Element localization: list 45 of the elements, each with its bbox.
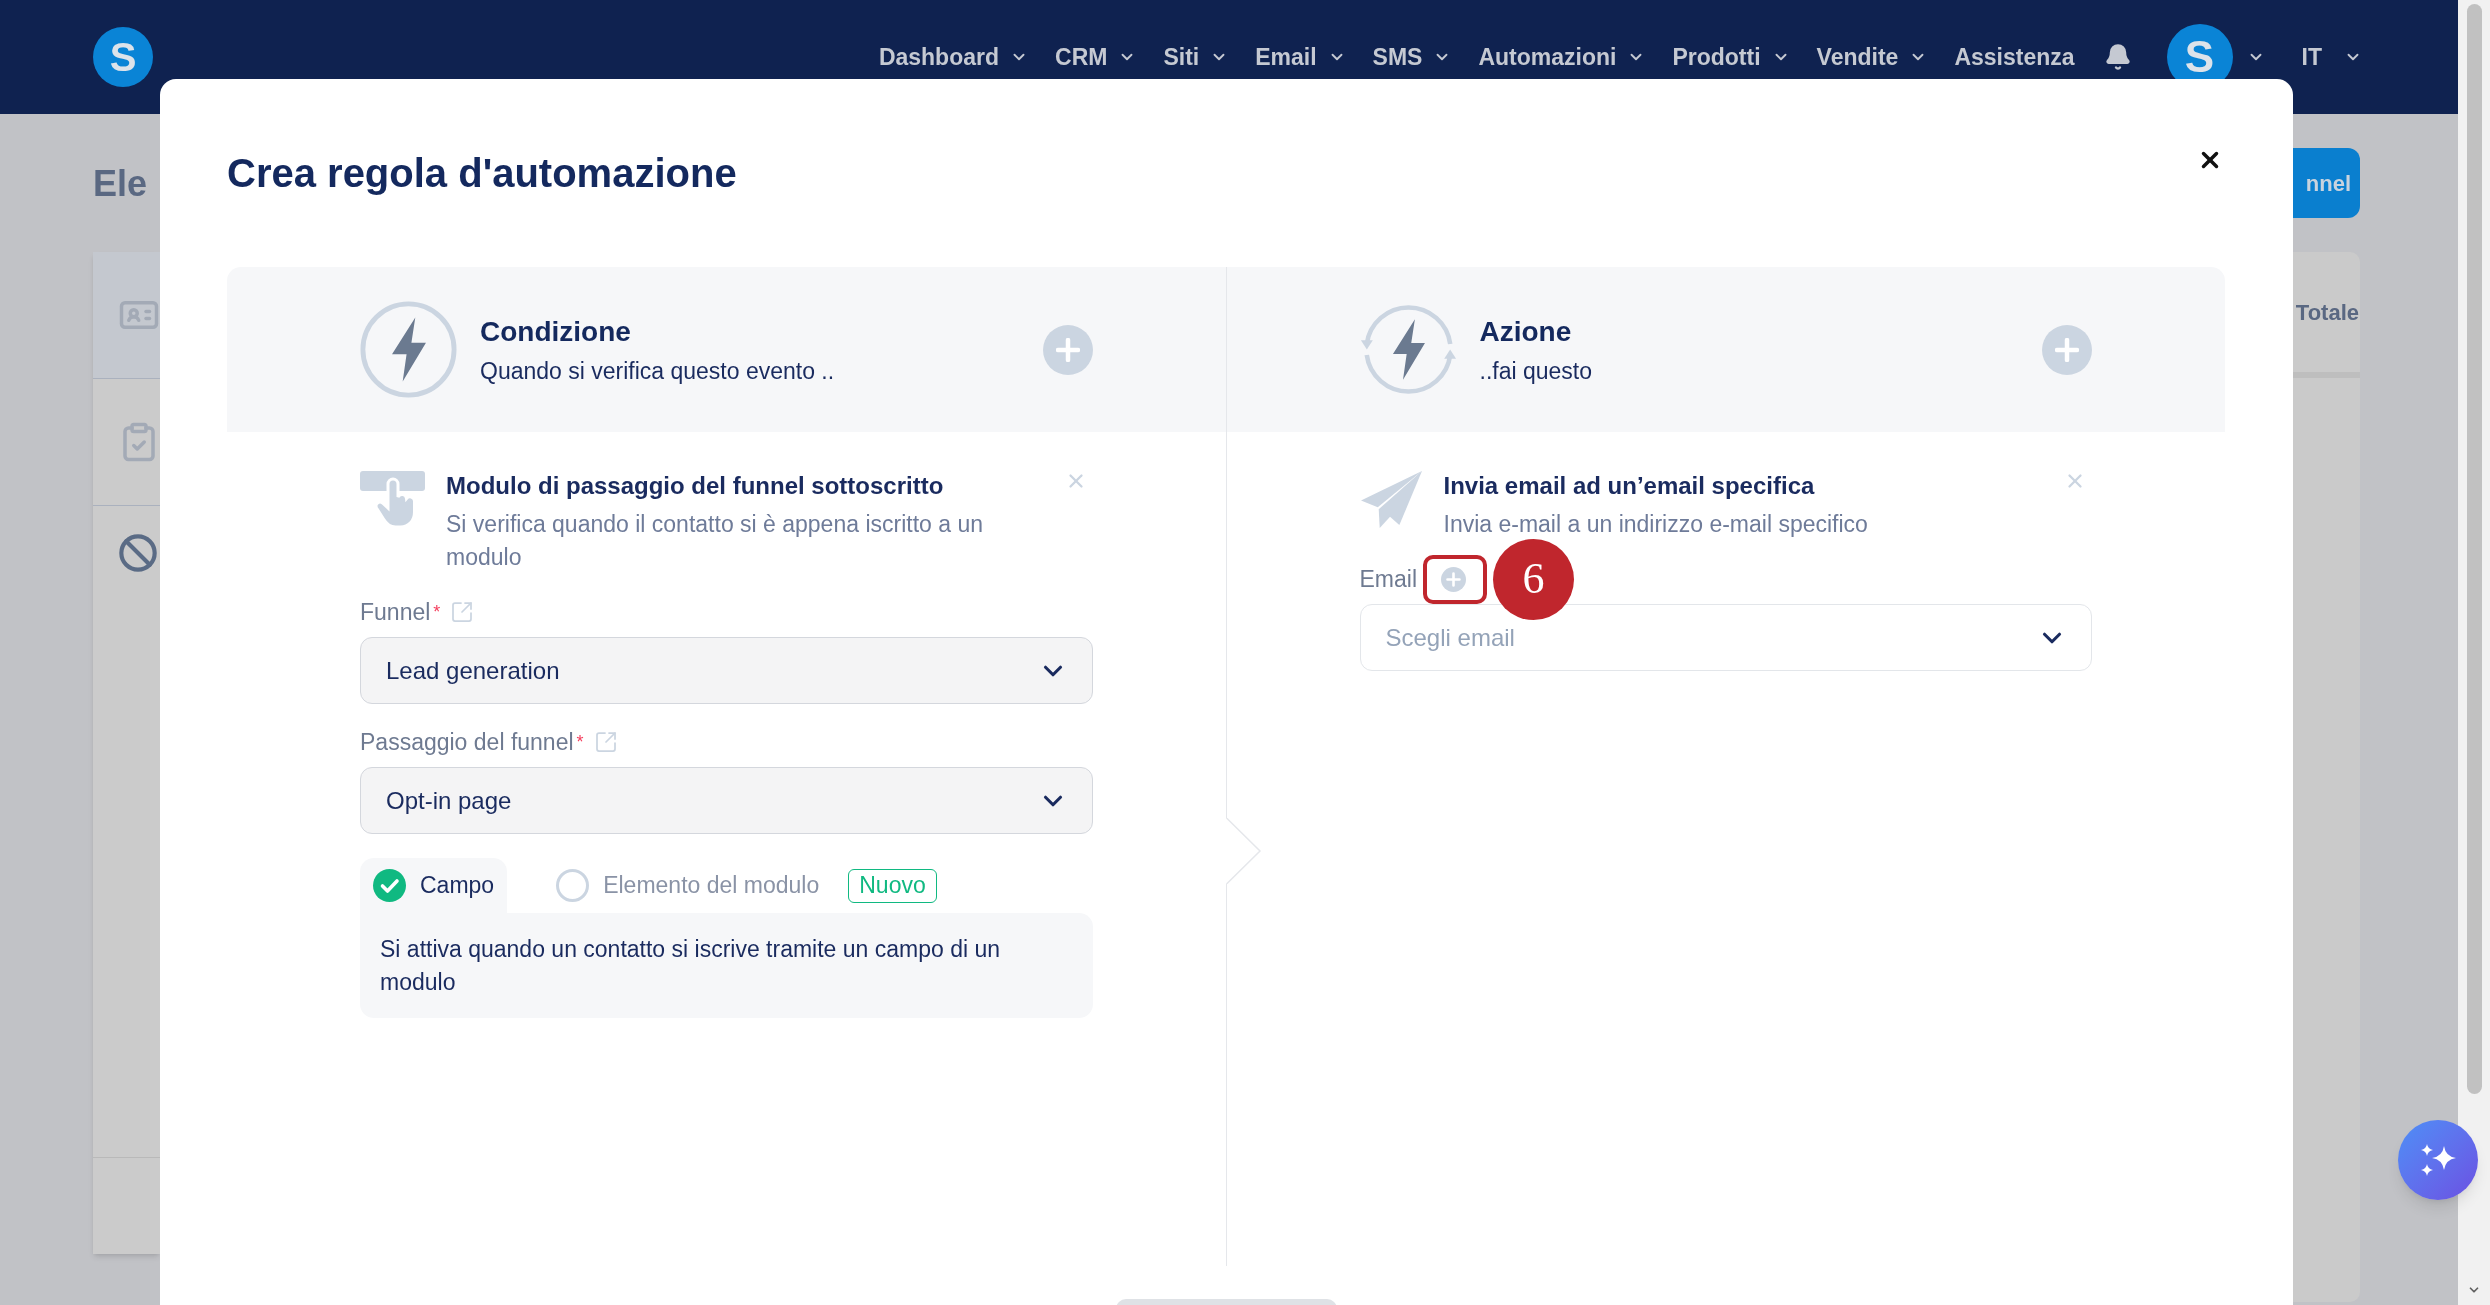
rule-title: Modulo di passaggio del funnel sottoscritto [446,471,945,501]
nav-item[interactable]: Prodotti [1672,45,1790,69]
paper-plane-icon [1359,470,1423,529]
nav-item[interactable]: Dashboard [878,45,1028,69]
column-subheading: Quando si verifica questo evento .. [480,356,835,386]
scrollbar[interactable] [2458,0,2490,1305]
column-heading: Azione [1479,314,1573,349]
add-button[interactable] [2042,324,2092,375]
dropdown-field[interactable]: Opt-in page [360,767,1093,834]
plus-icon [2055,337,2079,362]
notification-bell-icon[interactable] [2103,43,2132,71]
nav-item[interactable]: Assistenza [1954,45,2075,69]
external-link-icon[interactable] [450,600,475,624]
language-selector[interactable]: IT [2301,45,2362,69]
ban-icon [118,533,158,573]
nav-item[interactable]: Automazioni [1478,45,1646,69]
plus-circle-icon[interactable] [1441,566,1466,592]
field-label: Email [1359,565,1417,594]
radio-ring-icon [556,869,590,902]
rule-description: Si verifica quando il contatto si è appena iscritto a un modulo [446,510,984,572]
step-marker: 6 [1493,538,1574,620]
nav-item[interactable]: Email [1255,45,1346,69]
field-label: Funnel* [360,598,441,627]
hand-pointer-icon [360,471,425,529]
nav-item[interactable]: CRM [1055,45,1137,69]
lightning-bolt-icon [360,301,457,398]
option-description: Si attiva quando un contatto si iscrive tramite un campo di un modulo [360,913,1093,1018]
nav-item[interactable]: Siti [1163,45,1229,69]
check-circle-icon [373,869,406,902]
new-badge: Nuovo [848,868,937,903]
rule-description: Invia e-mail a un indirizzo e-mail specifico [1443,510,1869,539]
field-label: Passaggio del funnel* [360,728,584,757]
page-title: Ele [93,162,149,206]
radio-option[interactable]: Campo [360,858,508,913]
nav-item[interactable]: SMS [1372,45,1452,69]
scrollbar-thumb[interactable] [2466,4,2482,1094]
modal-title: Crea regola d'automazione [227,150,737,197]
dropdown-field[interactable]: Lead generation [360,637,1093,704]
column-heading: Condizione [480,314,632,349]
rule-title: Invia email ad un’email specifica [1443,471,1816,501]
column-subheading: ..fai questo [1479,356,1593,386]
nav-item[interactable]: Vendite [1816,45,1928,69]
plus-icon [1055,337,1080,362]
column-header: Totale [2295,298,2359,327]
external-link-icon[interactable] [593,730,618,754]
